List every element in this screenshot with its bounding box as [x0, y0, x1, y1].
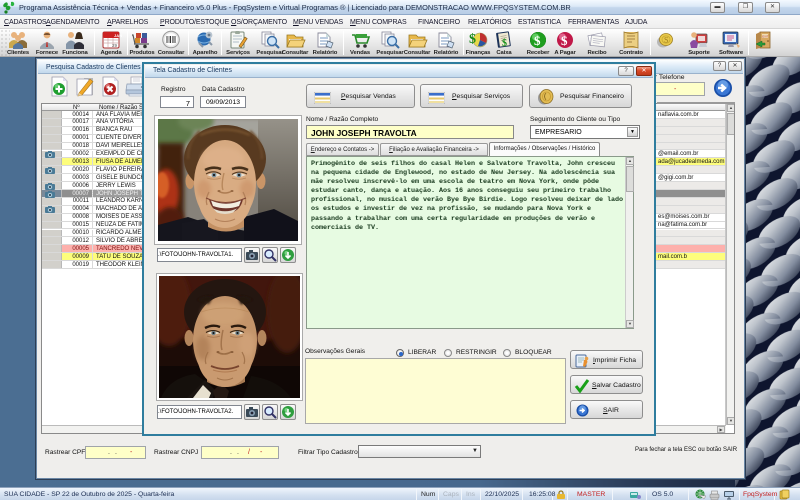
svg-text:$: $: [469, 32, 476, 47]
svg-text:EXIT: EXIT: [762, 34, 769, 38]
svg-text:$: $: [534, 33, 541, 48]
svg-text:JAN: JAN: [114, 33, 122, 38]
svg-text:$: $: [502, 38, 507, 49]
svg-text:$: $: [561, 33, 568, 48]
svg-text:S: S: [664, 36, 668, 45]
svg-text:29: 29: [112, 43, 118, 48]
